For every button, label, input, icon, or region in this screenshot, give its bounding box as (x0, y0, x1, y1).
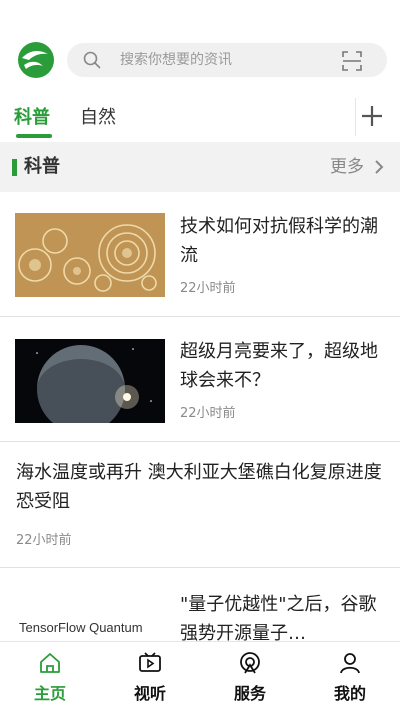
news-time: 22小时前 (16, 533, 72, 548)
news-time: 22小时前 (180, 406, 236, 421)
news-item[interactable]: 超级月亮要来了，超级地球会来不？ 22小时前 (0, 317, 400, 442)
category-tabs: 科普 自然 (0, 96, 400, 141)
nav-label: 视听 (133, 684, 166, 703)
news-thumbnail (15, 213, 165, 297)
nav-label: 主页 (33, 684, 66, 703)
app-logo-icon[interactable] (17, 41, 55, 79)
bottom-nav: 主页 视听 服务 我的 (0, 641, 400, 711)
news-item[interactable]: 海水温度或再升 澳大利亚大堡礁白化复原进度恐受阻 22小时前 (0, 442, 400, 568)
section-title: 科普 (24, 156, 60, 177)
top-header: 搜索你想要的资讯 (0, 0, 400, 96)
news-item[interactable]: TensorFlow Quantum "量子优越性"之后，谷歌强势开源量子… (0, 568, 400, 641)
news-item[interactable]: 技术如何对抗假科学的潮流 22小时前 (0, 192, 400, 317)
news-title[interactable]: "量子优越性"之后，谷歌强势开源量子… (180, 590, 385, 641)
tab-ziran[interactable]: 自然 (80, 106, 116, 130)
section-header: 科普 更多 (0, 142, 400, 192)
news-title[interactable]: 技术如何对抗假科学的潮流 (180, 212, 385, 270)
news-thumbnail (15, 339, 165, 423)
active-tab-indicator (16, 134, 52, 138)
nav-mine[interactable]: 我的 (300, 642, 400, 711)
news-thumbnail: TensorFlow Quantum (15, 590, 165, 641)
nav-home[interactable]: 主页 (0, 642, 100, 711)
thumbnail-caption: TensorFlow Quantum (19, 620, 143, 635)
news-title[interactable]: 超级月亮要来了，超级地球会来不？ (180, 337, 385, 395)
nav-label: 服务 (233, 684, 266, 703)
service-icon (240, 652, 260, 674)
nav-service[interactable]: 服务 (200, 642, 300, 711)
user-icon (340, 653, 360, 674)
video-icon (139, 652, 161, 672)
tab-kepu[interactable]: 科普 (14, 106, 50, 130)
plus-icon[interactable] (360, 104, 384, 128)
nav-video[interactable]: 视听 (100, 642, 200, 711)
home-icon (40, 653, 60, 673)
more-link[interactable]: 更多 (330, 156, 364, 178)
chevron-right-icon[interactable] (374, 160, 384, 174)
search-icon (83, 51, 101, 69)
tab-divider (355, 98, 356, 136)
section-marker (12, 159, 17, 176)
nav-label: 我的 (333, 684, 366, 703)
news-time: 22小时前 (180, 281, 236, 296)
search-input[interactable]: 搜索你想要的资讯 (120, 51, 232, 69)
scan-icon[interactable] (341, 50, 363, 72)
news-title[interactable]: 海水温度或再升 澳大利亚大堡礁白化复原进度恐受阻 (16, 458, 386, 516)
search-bar[interactable]: 搜索你想要的资讯 (67, 43, 387, 77)
